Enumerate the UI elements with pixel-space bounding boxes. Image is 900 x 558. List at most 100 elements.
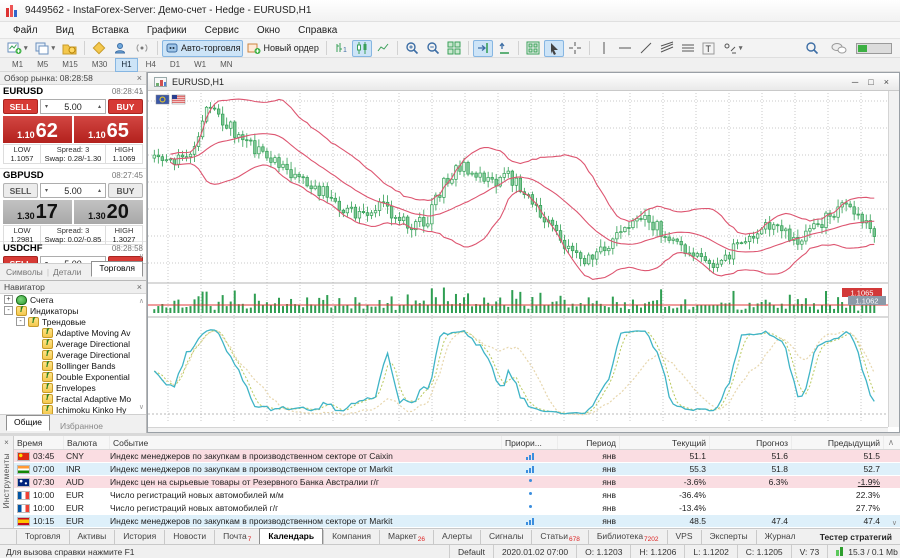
column-period[interactable]: Период: [558, 436, 620, 449]
channels-button[interactable]: [678, 40, 698, 57]
tree-toggle[interactable]: -: [4, 306, 13, 315]
tab-common[interactable]: Общие: [6, 415, 50, 431]
calendar-row[interactable]: 07:00 INR Индекс менеджеров по закупкам …: [14, 463, 900, 476]
menu-item[interactable]: Окно: [248, 24, 289, 37]
menu-item[interactable]: Вид: [47, 24, 83, 37]
indicators-list-button[interactable]: [523, 40, 543, 57]
zoom-in-button[interactable]: [402, 40, 422, 57]
chart-horizontal-scrollbar[interactable]: [148, 427, 888, 432]
search-button[interactable]: [802, 40, 822, 57]
bottom-tab[interactable]: Компания: [323, 530, 379, 544]
autoscroll-button[interactable]: [473, 40, 493, 57]
signal-broadcast-button[interactable]: [131, 40, 153, 57]
close-icon[interactable]: ×: [137, 73, 142, 83]
volume-stepper[interactable]: ▾5.00▴: [40, 183, 106, 198]
menu-item[interactable]: Справка: [289, 24, 346, 37]
column-actual[interactable]: Текущий: [620, 436, 710, 449]
candlestick-mode-button[interactable]: [352, 40, 372, 57]
menu-item[interactable]: Вставка: [83, 24, 138, 37]
tree-node[interactable]: + Счета: [0, 294, 146, 305]
timeframe-button[interactable]: M5: [31, 58, 54, 72]
tree-node[interactable]: Average Directional: [0, 349, 146, 360]
bottom-tab[interactable]: Эксперты: [701, 530, 756, 544]
bottom-tab[interactable]: Журнал: [756, 530, 804, 544]
toolbox-side-tab[interactable]: Инструменты: [2, 453, 11, 508]
volume-stepper[interactable]: ▾5.00▴: [40, 99, 106, 114]
timeframe-button[interactable]: H4: [140, 58, 162, 72]
tab-symbols[interactable]: Символы: [6, 267, 43, 277]
bottom-tab[interactable]: Статьи678: [531, 530, 587, 544]
buy-button[interactable]: BUY: [108, 183, 143, 198]
bottom-tab[interactable]: VPS: [667, 530, 701, 544]
bottom-tab[interactable]: Торговля: [16, 530, 69, 544]
symbol-name[interactable]: GBPUSD: [3, 170, 44, 181]
calendar-row[interactable]: 03:45 CNY Индекс менеджеров по закупкам …: [14, 450, 900, 463]
column-forecast[interactable]: Прогноз: [710, 436, 792, 449]
volume-increase-icon[interactable]: ▴: [94, 103, 105, 110]
bottom-tab[interactable]: Библиотека7202: [588, 530, 667, 544]
calendar-row[interactable]: 10:15 EUR Индекс менеджеров по закупкам …: [14, 515, 900, 528]
chart-vertical-scrollbar[interactable]: [888, 91, 899, 427]
maximize-button[interactable]: □: [868, 77, 873, 87]
fibonacci-button[interactable]: [657, 40, 677, 57]
chart-area[interactable]: 1.10651.1062: [148, 91, 899, 432]
profiles-button[interactable]: ▾: [32, 40, 59, 57]
close-button[interactable]: ×: [884, 77, 889, 87]
tree-node[interactable]: Ichimoku Kinko Hy: [0, 404, 146, 414]
column-previous[interactable]: Предыдущий: [792, 436, 884, 449]
tree-node[interactable]: Envelopes: [0, 382, 146, 393]
tab-details[interactable]: Детали: [53, 267, 81, 277]
close-icon[interactable]: ×: [137, 282, 142, 292]
menu-item[interactable]: Сервис: [196, 24, 248, 37]
symbol-name[interactable]: USDCHF: [3, 243, 43, 254]
chart-window-titlebar[interactable]: EURUSD,H1 ─ □ ×: [148, 73, 899, 91]
calendar-row[interactable]: 10:00 EUR Число регистраций новых автомо…: [14, 489, 900, 502]
minimize-button[interactable]: ─: [852, 77, 858, 87]
ask-price[interactable]: 1.3020: [74, 200, 143, 224]
timeframe-button[interactable]: MN: [214, 58, 238, 72]
tree-node[interactable]: - Индикаторы: [0, 305, 146, 316]
tree-node[interactable]: Average Directional: [0, 338, 146, 349]
horizontal-line-button[interactable]: [615, 40, 635, 57]
scroll-down-icon[interactable]: ∨: [139, 252, 144, 260]
scroll-up-icon[interactable]: ∧: [884, 436, 898, 449]
bottom-tab[interactable]: Сигналы: [480, 530, 531, 544]
tree-node[interactable]: Adaptive Moving Av: [0, 327, 146, 338]
price-chart[interactable]: 1.10651.1062: [148, 91, 888, 427]
volume-decrease-icon[interactable]: ▾: [41, 103, 52, 110]
text-label-button[interactable]: T: [699, 40, 719, 57]
tree-toggle[interactable]: +: [4, 295, 13, 304]
tree-node[interactable]: Double Exponential: [0, 371, 146, 382]
community-button[interactable]: [110, 40, 130, 57]
new-chart-button[interactable]: ▾: [4, 40, 31, 57]
scroll-up-icon[interactable]: ∧: [139, 88, 144, 96]
calendar-row[interactable]: 10:00 EUR Число регистраций новых автомо…: [14, 502, 900, 515]
sell-button[interactable]: SELL: [3, 183, 38, 198]
column-event[interactable]: Событие: [110, 436, 502, 449]
column-currency[interactable]: Валюта: [64, 436, 110, 449]
cursor-button[interactable]: [544, 40, 564, 57]
bottom-tab[interactable]: История: [114, 530, 164, 544]
zoom-out-button[interactable]: [423, 40, 443, 57]
profile-segment[interactable]: Default: [449, 545, 493, 558]
scroll-up-icon[interactable]: ∧: [139, 297, 144, 305]
volume-decrease-icon[interactable]: ▾: [41, 187, 52, 194]
history-center-button[interactable]: [59, 40, 80, 57]
quote-panel-eurusd[interactable]: EURUSD 08:28:41 SELL ▾5.00▴ BUY 1.1062 1…: [0, 85, 146, 169]
market-watch-button[interactable]: [89, 40, 109, 57]
menu-item[interactable]: Файл: [4, 24, 47, 37]
column-time[interactable]: Время: [14, 436, 64, 449]
vertical-line-button[interactable]: [594, 40, 614, 57]
symbol-name[interactable]: EURUSD: [3, 86, 43, 97]
timeframe-button[interactable]: M30: [86, 58, 114, 72]
chart-shift-button[interactable]: [494, 40, 514, 57]
sell-button[interactable]: SELL: [3, 99, 38, 114]
tree-node[interactable]: Fractal Adaptive Mo: [0, 393, 146, 404]
timeframe-button[interactable]: M15: [56, 58, 84, 72]
volume-increase-icon[interactable]: ▴: [94, 187, 105, 194]
autotrading-button[interactable]: Авто-торговля: [162, 40, 243, 57]
bid-price[interactable]: 1.3017: [3, 200, 72, 224]
tree-node[interactable]: - Трендовые: [0, 316, 146, 327]
tab-trading[interactable]: Торговля: [91, 261, 143, 277]
market-watch-header[interactable]: Обзор рынка: 08:28:58 ×: [0, 72, 146, 85]
